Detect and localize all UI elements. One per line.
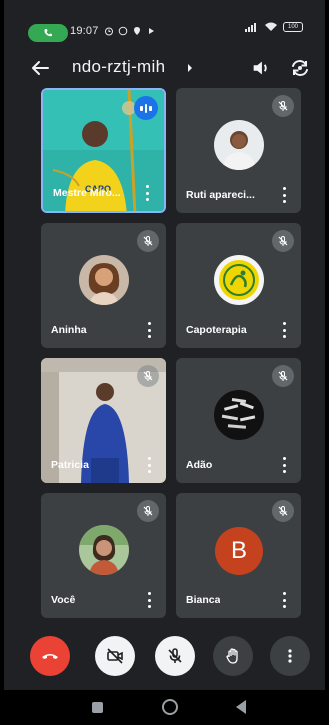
whatsapp-icon [118,23,128,36]
mic-toggle-button[interactable] [155,636,195,676]
more-vert-icon[interactable] [142,185,152,201]
meeting-code[interactable]: ndo-rztj-mih [72,57,165,77]
participant-tile[interactable]: B Bianca [176,493,301,618]
home-button[interactable] [162,699,178,715]
status-time: 19:07 [70,25,99,37]
mic-off-icon [137,230,159,252]
initial-avatar: B [215,527,263,575]
wifi-icon [265,22,277,31]
location-icon [132,23,142,35]
participant-name: Bianca [186,594,221,606]
raise-hand-button[interactable] [213,636,253,676]
more-vert-icon [288,649,292,663]
recents-button[interactable] [92,702,103,713]
ongoing-call-indicator[interactable] [28,24,68,42]
notification-icons [104,23,156,36]
raise-hand-icon [226,648,238,664]
participant-tile[interactable]: Patricia [41,358,166,483]
participant-name: Aninha [51,324,87,336]
participant-avatar [214,120,264,170]
participant-tile[interactable]: Aninha [41,223,166,348]
signal-icon [245,23,256,32]
more-vert-icon[interactable] [279,457,289,473]
mic-off-icon [272,500,294,522]
participant-tile[interactable]: Adão [176,358,301,483]
more-vert-icon[interactable] [279,187,289,203]
chevron-right-icon[interactable] [185,63,195,73]
switch-camera-icon[interactable] [288,56,312,80]
phone-icon [44,29,52,37]
more-vert-icon[interactable] [144,457,154,473]
meet-screen: 19:07 100 ndo-rztj-mih CAPO Mestre Miro.… [4,0,325,725]
participant-name: Adão [186,459,213,471]
participant-avatar [79,255,129,305]
participant-name: Patricia [51,459,89,471]
participant-tile[interactable]: Capoterapia [176,223,301,348]
end-call-button[interactable] [30,636,70,676]
end-call-icon [42,654,58,659]
back-button[interactable] [236,700,246,714]
participant-name: Mestre Miro... [53,187,121,199]
more-vert-icon[interactable] [144,592,154,608]
participant-tile[interactable]: Ruti apareci... [176,88,301,213]
camera-toggle-button[interactable] [95,636,135,676]
mic-off-icon [137,500,159,522]
camera-off-icon [107,648,123,664]
participant-name: Ruti apareci... [186,189,255,201]
play-icon [146,23,156,34]
more-vert-icon[interactable] [279,592,289,608]
status-bar: 19:07 100 [4,0,325,42]
mic-off-icon [272,365,294,387]
avatar-initial: B [230,537,247,564]
more-vert-icon[interactable] [144,322,154,338]
participant-tile[interactable]: Você [41,493,166,618]
mic-off-icon [168,648,182,663]
participant-name: Capoterapia [186,324,247,336]
mic-off-icon [272,230,294,252]
battery-icon: 100 [283,22,303,32]
mic-off-icon [272,95,294,117]
participant-tile[interactable]: CAPO Mestre Miro... [41,88,166,213]
system-status-icons: 100 [245,22,303,32]
alarm-icon [104,23,114,36]
meeting-top-bar: ndo-rztj-mih [4,52,325,86]
mic-off-icon [137,365,159,387]
speaker-icon[interactable] [250,57,272,79]
back-arrow-icon[interactable] [28,56,52,80]
more-options-button[interactable] [270,636,310,676]
more-vert-icon[interactable] [279,322,289,338]
participant-avatar [79,525,129,575]
participant-name: Você [51,594,76,606]
android-nav-bar [4,690,325,725]
speaking-indicator [134,96,158,120]
participant-avatar [214,255,264,305]
participant-avatar [214,390,264,440]
call-controls [4,636,325,676]
